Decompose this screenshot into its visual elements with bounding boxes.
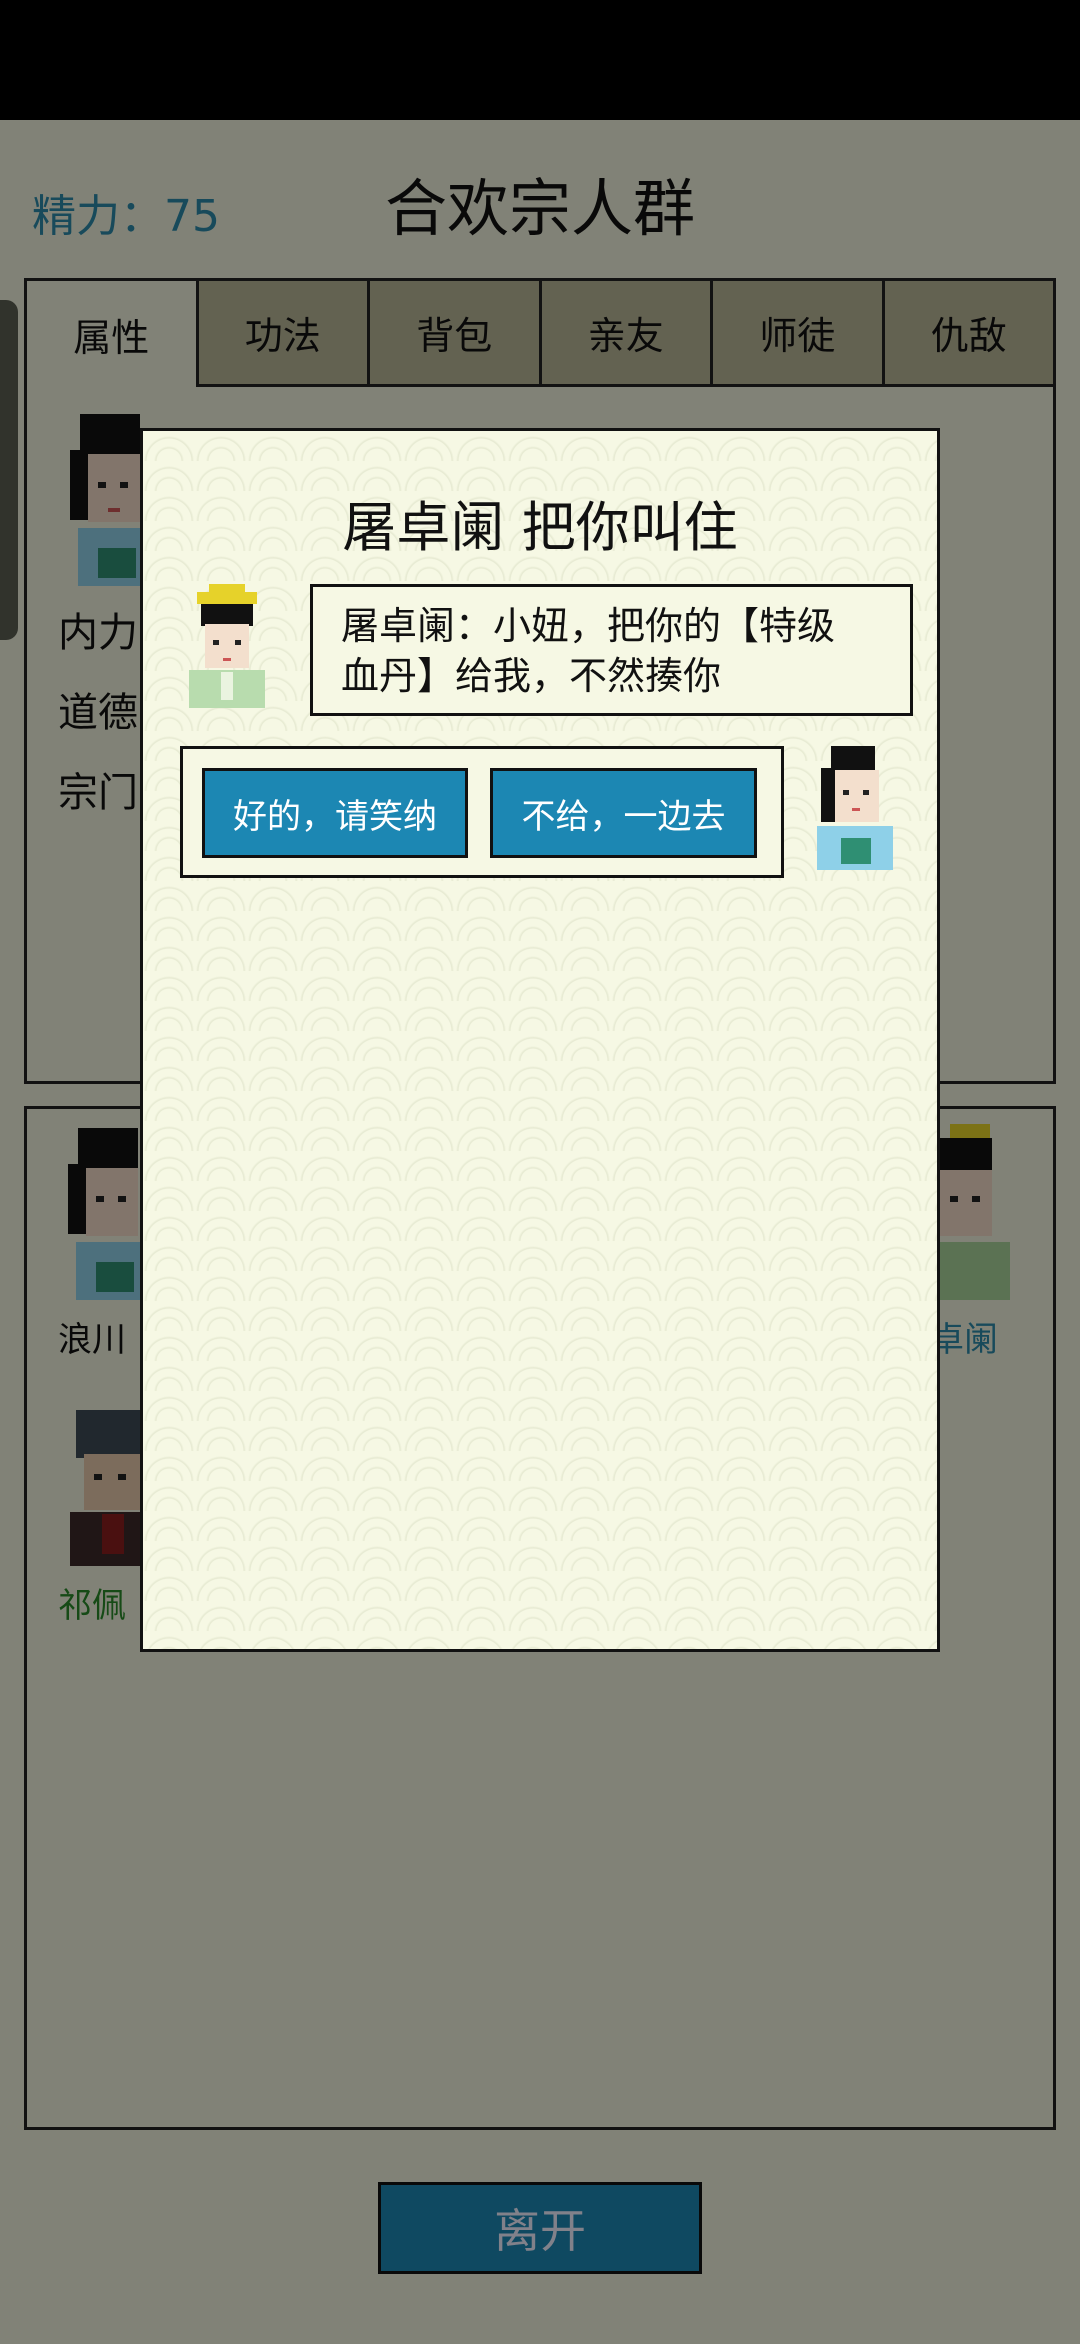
- dialog-title: 屠卓阑 把你叫住: [342, 496, 738, 559]
- accept-button[interactable]: 好的，请笑纳: [202, 768, 468, 858]
- player-avatar: [817, 746, 893, 870]
- status-bar: [0, 0, 1080, 120]
- speech-line: 屠卓阑：小妞，把你的【特级: [341, 604, 836, 648]
- npc-avatar: [189, 584, 265, 708]
- refuse-button[interactable]: 不给，一边去: [490, 768, 757, 858]
- npc-speech-bubble: 屠卓阑：小妞，把你的【特级 血丹】给我，不然揍你: [310, 584, 913, 716]
- speech-line: 血丹】给我，不然揍你: [341, 654, 722, 698]
- encounter-dialog: 屠卓阑 把你叫住 屠卓阑：小妞，把你的【特级 血丹】给我，不然揍你 好的，请笑纳…: [140, 428, 940, 1652]
- choice-box: 好的，请笑纳 不给，一边去: [180, 746, 784, 878]
